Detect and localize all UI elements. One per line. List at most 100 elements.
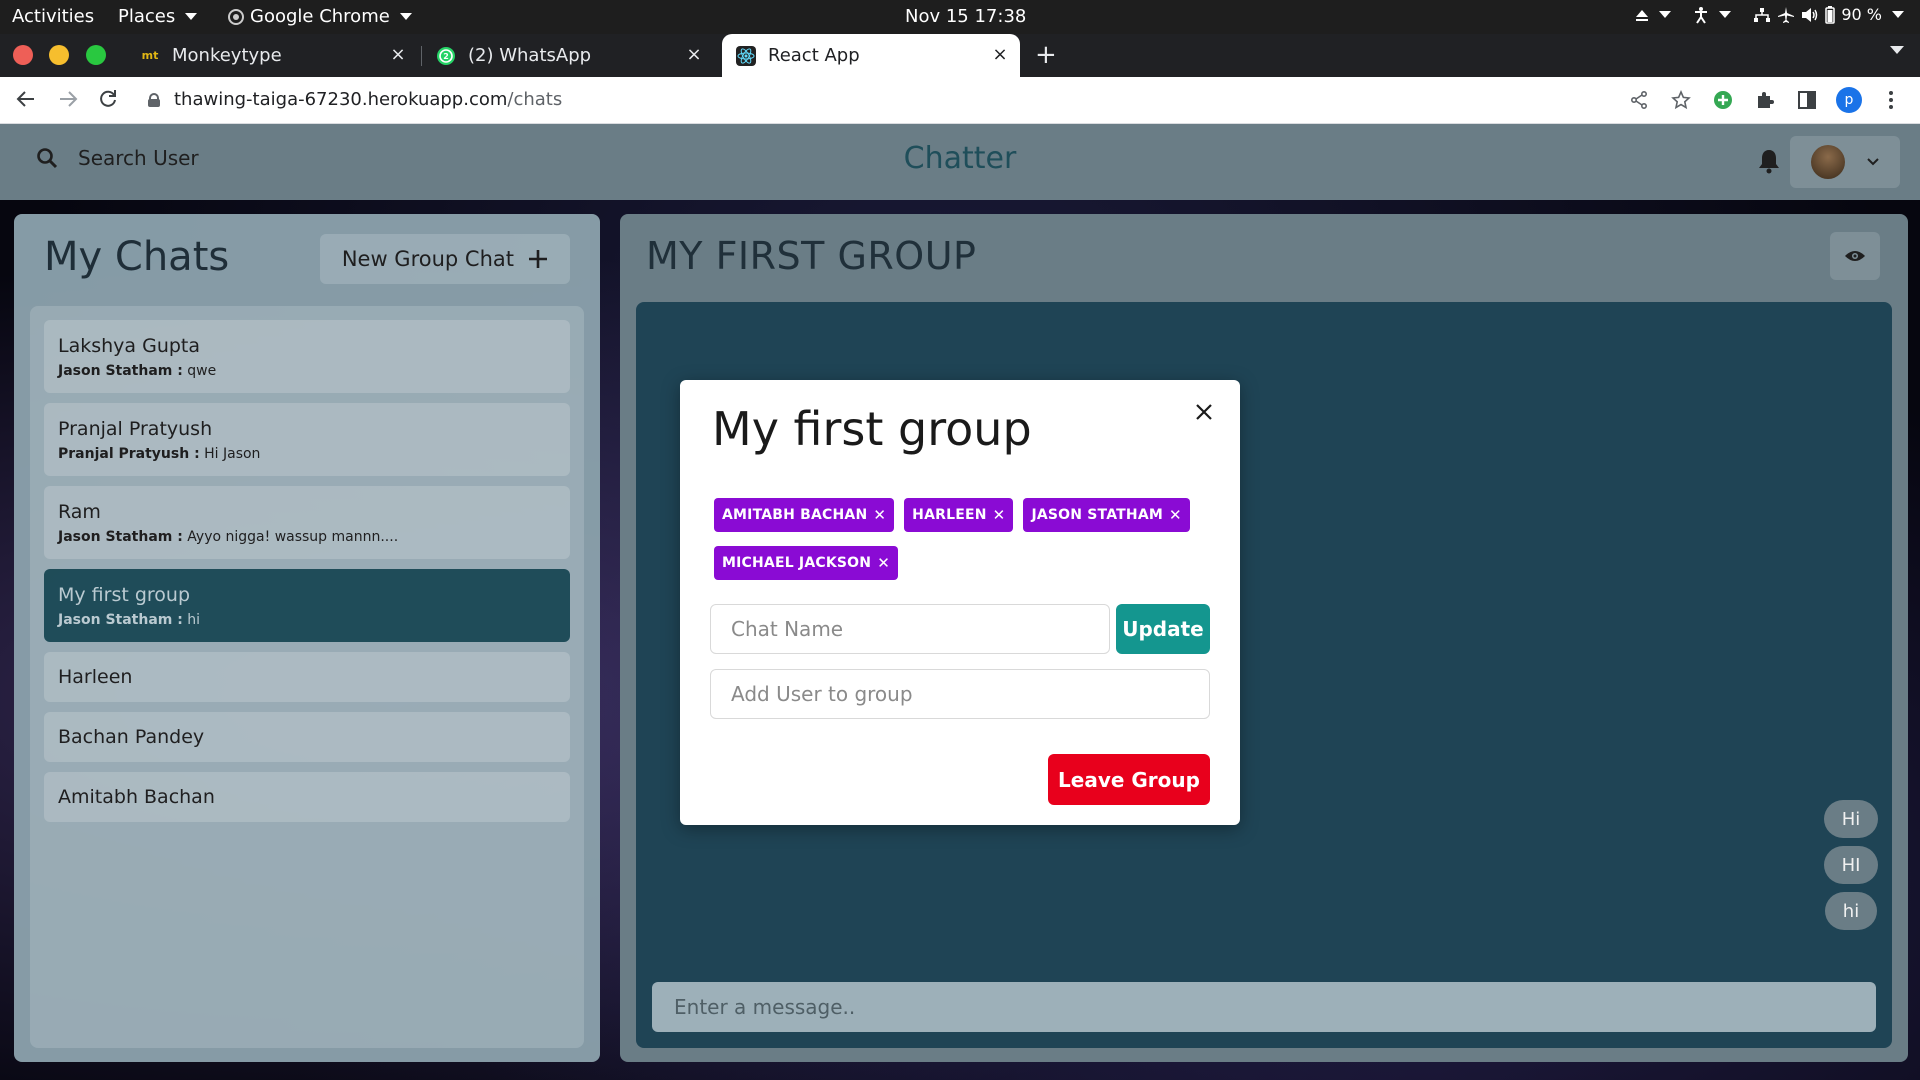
whatsapp-icon: 2 — [436, 46, 456, 66]
chat-name: Ram — [58, 500, 101, 523]
reload-button[interactable] — [94, 87, 122, 115]
group-settings-modal: My first group AMITABH BACHAN ✕ HARLEEN ✕ … — [680, 380, 1240, 825]
app-name-label: Google Chrome — [250, 6, 390, 27]
bookmark-star-icon[interactable] — [1668, 87, 1694, 113]
chat-latest-sender: Jason Statham : — [58, 362, 183, 379]
chat-list-item[interactable]: Ram Jason Statham : Ayyo nigga! wassup m… — [44, 486, 570, 559]
chat-list-item[interactable]: Amitabh Bachan — [44, 772, 570, 822]
chat-latest-message: Jason Statham : hi — [58, 612, 556, 628]
leave-group-button[interactable]: Leave Group — [1048, 754, 1210, 805]
chevron-down-icon — [399, 13, 412, 20]
lock-icon — [148, 92, 160, 107]
activities-button[interactable]: Activities — [12, 6, 94, 27]
plus-icon — [529, 250, 547, 268]
profile-avatar[interactable]: p — [1836, 87, 1862, 113]
view-group-button[interactable] — [1830, 232, 1880, 280]
side-panel-icon[interactable] — [1794, 87, 1820, 113]
url-path: /chats — [507, 89, 563, 110]
close-window-button[interactable] — [13, 45, 33, 65]
chat-list: Lakshya Gupta Jason Statham : qwe Pranja… — [30, 306, 584, 1048]
os-top-bar: Activities Places Google Chrome Nov 15 1… — [0, 0, 1920, 34]
tab-monkeytype[interactable]: mt Monkeytype × — [128, 34, 418, 77]
activities-label: Activities — [12, 6, 95, 27]
address-bar[interactable]: thawing-taiga-67230.herokuapp.com/chats — [148, 89, 562, 110]
profile-menu-button[interactable] — [1790, 136, 1900, 188]
chat-list-item[interactable]: Pranjal Pratyush Pranjal Pratyush : Hi J… — [44, 403, 570, 476]
tab-title: Monkeytype — [172, 45, 282, 66]
chat-name: My first group — [58, 583, 191, 606]
update-button[interactable]: Update — [1116, 604, 1210, 654]
extension-add-icon[interactable] — [1710, 87, 1736, 113]
chat-latest-sender: Jason Statham : — [58, 528, 183, 545]
extensions-puzzle-icon[interactable] — [1752, 87, 1778, 113]
modal-title: My first group — [712, 402, 1032, 456]
member-name: AMITABH BACHAN — [722, 507, 868, 523]
notifications-button[interactable] — [1758, 148, 1780, 178]
maximize-window-button[interactable] — [86, 45, 106, 65]
system-tray[interactable]: 90 % — [1635, 5, 1904, 24]
new-group-chat-label: New Group Chat — [341, 247, 514, 271]
arrow-left-icon — [16, 91, 34, 107]
status-indicators[interactable]: 90 % — [1753, 5, 1904, 24]
remove-member-icon[interactable]: ✕ — [877, 554, 890, 572]
chat-name: Amitabh Bachan — [58, 786, 215, 808]
chevron-down-icon — [1892, 11, 1904, 18]
chat-list-item[interactable]: Bachan Pandey — [44, 712, 570, 762]
airplane-mode-icon — [1778, 6, 1795, 23]
message-bubble: hi — [1825, 892, 1877, 930]
chat-list-item-selected[interactable]: My first group Jason Statham : hi — [44, 569, 570, 642]
arrow-right-icon — [60, 91, 78, 107]
add-user-input[interactable]: Add User to group — [710, 669, 1210, 719]
chat-title: MY FIRST GROUP — [646, 234, 977, 278]
reload-icon — [100, 90, 116, 107]
chevron-down-icon — [1719, 11, 1732, 18]
back-button[interactable] — [12, 87, 40, 115]
close-icon — [1196, 404, 1212, 420]
tab-search-button[interactable] — [1890, 46, 1904, 54]
tab-title: React App — [768, 45, 860, 66]
minimize-window-button[interactable] — [49, 45, 69, 65]
clock[interactable]: Nov 15 17:38 — [905, 6, 1026, 27]
close-icon[interactable]: × — [684, 45, 704, 65]
tab-react-app[interactable]: React App × — [722, 34, 1020, 77]
chat-list-item[interactable]: Lakshya Gupta Jason Statham : qwe — [44, 320, 570, 393]
battery-percent: 90 % — [1841, 5, 1882, 24]
places-menu[interactable]: Places — [118, 6, 198, 27]
app-menu[interactable]: Google Chrome — [228, 6, 412, 27]
close-icon[interactable]: × — [388, 45, 408, 65]
chat-latest-sender: Pranjal Pratyush : — [58, 445, 200, 462]
chat-latest-text: Ayyo nigga! wassup mannn.... — [187, 528, 399, 545]
chat-list-item[interactable]: Harleen — [44, 652, 570, 702]
remove-member-icon[interactable]: ✕ — [873, 506, 886, 524]
svg-text:2: 2 — [443, 52, 449, 61]
eject-indicator[interactable] — [1635, 8, 1672, 22]
tab-whatsapp[interactable]: 2 (2) WhatsApp × — [424, 34, 714, 77]
chat-latest-sender: Jason Statham : — [58, 611, 183, 628]
more-menu-icon[interactable] — [1878, 87, 1904, 113]
network-icon — [1754, 7, 1771, 22]
chevron-down-icon — [1659, 11, 1672, 18]
member-badge[interactable]: HARLEEN ✕ — [904, 498, 1014, 532]
tab-title: (2) WhatsApp — [468, 45, 592, 66]
message-input[interactable]: Enter a message.. — [652, 982, 1876, 1032]
react-icon — [736, 45, 756, 66]
member-badge[interactable]: MICHAEL JACKSON ✕ — [714, 546, 898, 580]
member-badge[interactable]: AMITABH BACHAN ✕ — [714, 498, 895, 532]
chat-name-input[interactable]: Chat Name — [710, 604, 1110, 654]
my-chats-panel: My Chats New Group Chat Lakshya Gupta Ja… — [14, 214, 600, 1062]
new-group-chat-button[interactable]: New Group Chat — [319, 234, 570, 284]
share-icon[interactable] — [1626, 87, 1652, 113]
remove-member-icon[interactable]: ✕ — [993, 506, 1006, 524]
chat-latest-text: hi — [187, 611, 201, 628]
close-icon[interactable]: × — [990, 45, 1010, 65]
close-modal-button[interactable] — [1190, 398, 1218, 426]
forward-button[interactable] — [54, 87, 82, 115]
new-tab-button[interactable]: + — [1035, 42, 1057, 68]
bell-icon — [1759, 150, 1779, 174]
url-host: thawing-taiga-67230.herokuapp.com — [174, 89, 508, 110]
remove-member-icon[interactable]: ✕ — [1169, 506, 1182, 524]
accessibility-indicator[interactable] — [1693, 6, 1732, 24]
chat-latest-text: qwe — [187, 362, 217, 379]
member-badge[interactable]: JASON STATHAM ✕ — [1023, 498, 1190, 532]
my-chats-title: My Chats — [44, 234, 230, 280]
